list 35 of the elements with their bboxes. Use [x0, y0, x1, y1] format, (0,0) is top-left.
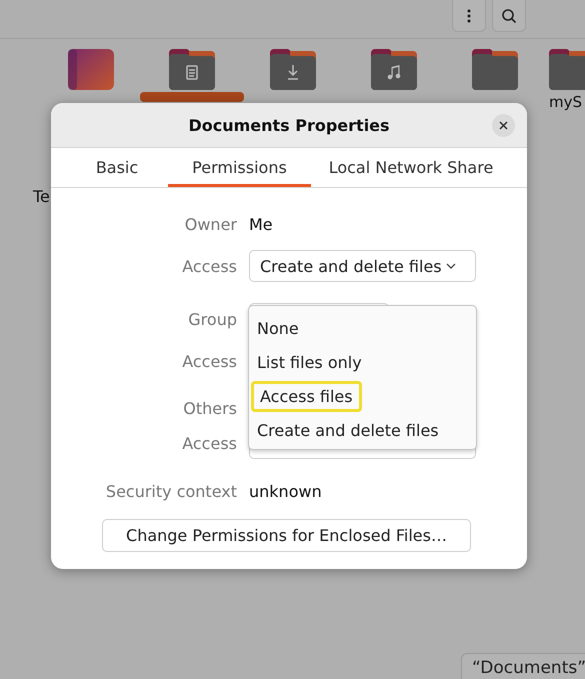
access-dropdown[interactable]: Create and delete files: [249, 250, 476, 282]
status-overlay: “Documents”: [461, 653, 585, 679]
folder-icon[interactable]: [549, 49, 585, 90]
field-label: Group: [187, 310, 237, 328]
field-label: Access: [181, 256, 237, 276]
chevron-down-icon: [446, 263, 456, 269]
document-folder-icon[interactable]: [168, 49, 214, 90]
field-label: Security context: [104, 482, 237, 500]
tab[interactable]: Permissions: [168, 148, 311, 187]
menu-item[interactable]: None: [257, 316, 305, 340]
field-label: Access: [181, 434, 237, 452]
menu-item[interactable]: List files only: [257, 350, 368, 374]
menu-item[interactable]: Create and delete files: [257, 418, 445, 442]
folder-icon[interactable]: [472, 49, 518, 90]
menu-item[interactable]: Access files: [251, 380, 362, 412]
download-folder-icon[interactable]: [270, 49, 316, 90]
search-icon: [501, 8, 517, 24]
security-value: unknown: [249, 482, 322, 500]
file-label: Te: [33, 187, 50, 206]
change-permissions-button[interactable]: Change Permissions for Enclosed Files…: [102, 519, 471, 552]
tab[interactable]: Local Network Share: [311, 148, 511, 187]
close-icon: [499, 121, 508, 130]
music-folder-icon[interactable]: [370, 49, 416, 90]
dialog-title: Documents Properties: [188, 116, 390, 134]
file-label: myS: [549, 93, 582, 111]
field-label: Others: [182, 398, 237, 418]
search-button[interactable]: [492, 0, 526, 32]
field-label: Owner: [184, 214, 237, 234]
field-label: Access: [181, 352, 237, 370]
tab[interactable]: Basic: [66, 148, 168, 187]
desktop-icon[interactable]: [68, 49, 114, 90]
menu-icon: [467, 8, 471, 22]
close-button[interactable]: [492, 114, 515, 137]
menu-button[interactable]: [452, 0, 486, 32]
owner-value: Me: [249, 214, 273, 234]
